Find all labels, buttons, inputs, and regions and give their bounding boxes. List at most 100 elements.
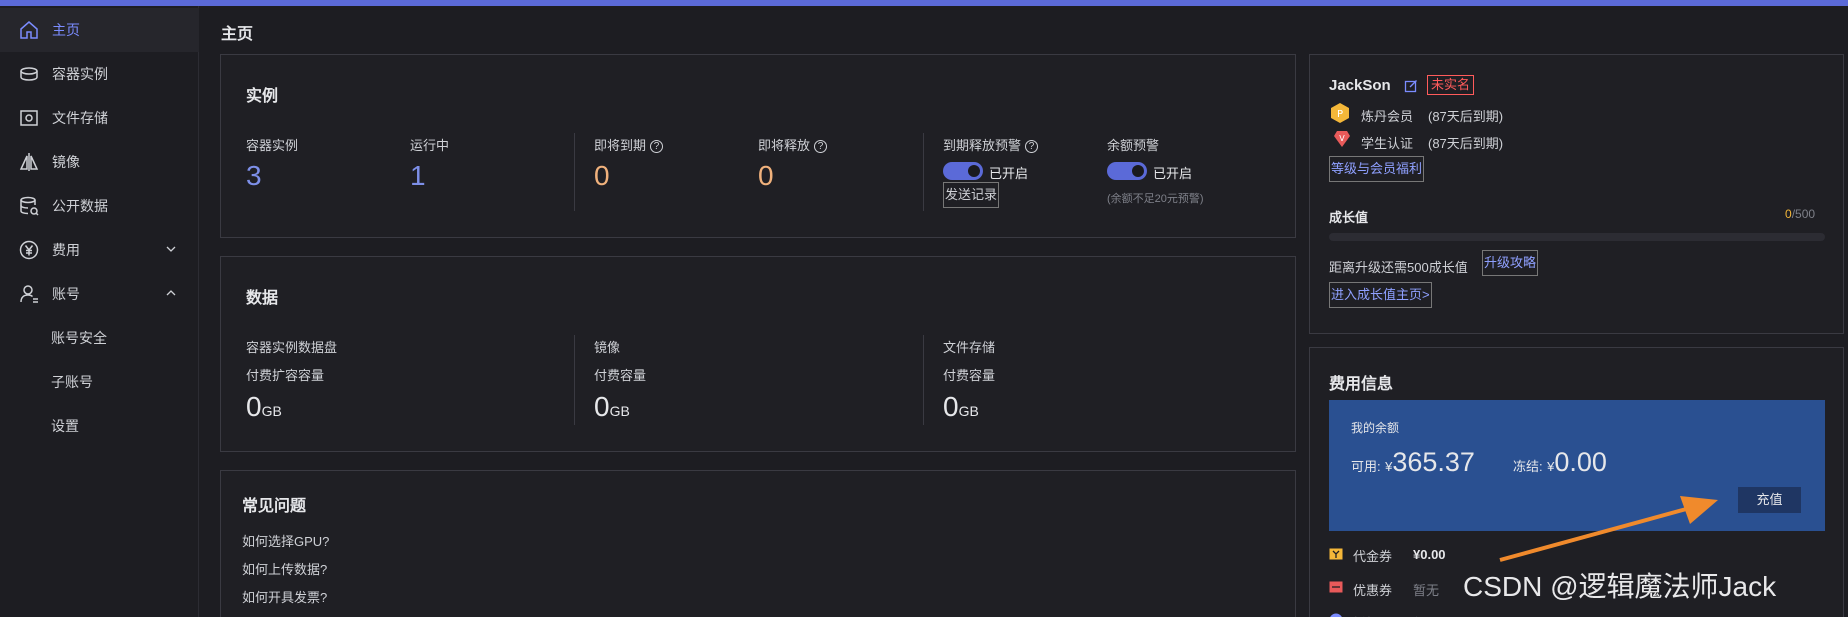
sidebar-item-containers[interactable]: 容器实例 (0, 52, 199, 96)
watermark: CSDN @逻辑魔法师Jack (1463, 571, 1777, 602)
release-alert-label: 到期释放预警? (943, 135, 1039, 154)
sidebar-subitem-label: 子账号 (51, 374, 93, 390)
divider (574, 133, 575, 211)
home-icon (20, 21, 38, 39)
instances-card: 实例 容器实例 3 运行中 1 即将到期? 0 即将释放? 0 到期释放预警? … (220, 54, 1296, 238)
balance-alert-state: 已开启 (1153, 166, 1193, 181)
sidebar-subitem-sub-accounts[interactable]: 子账号 (0, 360, 199, 404)
filestore-title: 文件存储 (943, 340, 996, 355)
user-icon (20, 285, 38, 303)
coupon-value: 暂无 (1413, 583, 1440, 598)
member-expiry: (87天后到期) (1428, 109, 1504, 124)
sidebar-item-label: 容器实例 (52, 66, 108, 82)
sidebar-item-mirror[interactable]: 镜像 (0, 140, 199, 184)
balance-title: 我的余额 (1351, 421, 1400, 435)
container-icon (20, 67, 38, 81)
sidebar-subitem-label: 账号安全 (51, 330, 107, 346)
container-count-label: 容器实例 (246, 138, 299, 153)
student-label: 学生认证 (1361, 136, 1414, 151)
mirror-sub: 付费容量 (594, 368, 647, 383)
mirror-capacity: 0GB (594, 391, 630, 422)
send-record-button[interactable]: 发送记录 (943, 182, 1000, 208)
user-card: JackSon 未实名 P 炼丹会员 (87天后到期) V 学生认证 (87天后… (1309, 54, 1844, 334)
unverified-badge[interactable]: 未实名 (1427, 75, 1475, 95)
sidebar-item-home[interactable]: 主页 (0, 8, 199, 52)
data-title: 数据 (246, 290, 279, 307)
student-badge-icon: V (1334, 131, 1350, 147)
disk-capacity: 0GB (246, 391, 282, 422)
releasing-value[interactable]: 0 (758, 160, 774, 192)
growth-count: 0/500 (1785, 207, 1816, 221)
recharge-button[interactable]: 充值 (1738, 487, 1801, 513)
divider (574, 335, 575, 425)
balance-alert-note: (余额不足20元预警) (1107, 193, 1204, 205)
sidebar-subitem-label: 设置 (51, 418, 79, 434)
question-icon[interactable]: ? (1025, 140, 1039, 153)
annotation-arrow (1499, 496, 1718, 562)
upgrade-text: 距离升级还需500成长值 (1329, 260, 1468, 275)
deduction-label: 抵扣 (1353, 613, 1379, 617)
sidebar-item-label: 账号 (52, 286, 80, 302)
filestore-capacity: 0GB (943, 391, 979, 422)
release-alert-state: 已开启 (989, 166, 1029, 181)
releasing-label: 即将释放? (758, 135, 828, 154)
expiring-value[interactable]: 0 (594, 160, 610, 192)
faq-title: 常见问题 (242, 498, 307, 515)
sidebar-item-account[interactable]: 账号 (0, 272, 199, 316)
student-expiry: (87天后到期) (1428, 136, 1504, 151)
faq-item[interactable]: 如何开具发票? (242, 587, 327, 606)
growth-progress-bar (1329, 233, 1825, 241)
benefits-link[interactable]: 等级与会员福利 (1329, 156, 1425, 182)
svg-text:P: P (1337, 109, 1343, 120)
cost-title: 费用信息 (1329, 376, 1394, 393)
expiring-label: 即将到期? (594, 135, 664, 154)
storage-icon (20, 110, 38, 126)
faq-item[interactable]: 如何上传数据? (242, 559, 327, 578)
database-icon (20, 196, 39, 216)
chevron-up-icon (166, 290, 176, 296)
container-count-value[interactable]: 3 (246, 160, 262, 192)
running-count-label: 运行中 (410, 138, 450, 153)
divider (923, 133, 924, 211)
running-count-value[interactable]: 1 (410, 160, 426, 192)
growth-label: 成长值 (1329, 210, 1369, 225)
faq-item[interactable]: 如何选择GPU? (242, 531, 329, 550)
balance-alert-toggle[interactable] (1107, 162, 1147, 180)
coupon-icon (1329, 581, 1343, 593)
sidebar-subitem-account-security[interactable]: 账号安全 (0, 316, 199, 360)
sidebar-item-label: 费用 (52, 242, 80, 258)
sidebar-item-storage[interactable]: 文件存储 (0, 96, 199, 140)
disk-title: 容器实例数据盘 (246, 340, 338, 355)
member-badge-icon: P (1331, 103, 1349, 123)
member-label: 炼丹会员 (1361, 109, 1414, 124)
sidebar-item-public-data[interactable]: 公开数据 (0, 184, 199, 228)
upgrade-guide-link[interactable]: 升级攻略 (1482, 250, 1539, 276)
sidebar-item-label: 公开数据 (52, 198, 108, 214)
sidebar-item-label: 文件存储 (52, 110, 108, 126)
filestore-sub: 付费容量 (943, 368, 996, 383)
deduction-icon (1330, 613, 1342, 617)
sidebar-item-label: 主页 (52, 22, 80, 38)
instances-title: 实例 (246, 88, 279, 105)
question-icon[interactable]: ? (650, 140, 664, 153)
username: JackSon (1329, 77, 1391, 94)
sidebar-item-billing[interactable]: 费用 (0, 228, 199, 272)
page-title: 主页 (221, 26, 254, 43)
question-icon[interactable]: ? (814, 140, 828, 153)
growth-home-link[interactable]: 进入成长值主页> (1329, 282, 1432, 308)
divider (923, 335, 924, 425)
data-card: 数据 容器实例数据盘 付费扩容容量 0GB 镜像 付费容量 0GB 文件存储 付… (220, 256, 1296, 452)
balance-alert-label: 余额预警 (1107, 138, 1160, 153)
disk-sub: 付费扩容容量 (246, 368, 325, 383)
voucher-icon (1329, 548, 1343, 560)
sidebar-subitem-settings[interactable]: 设置 (0, 404, 199, 448)
faq-card: 常见问题 如何选择GPU? 如何上传数据? 如何开具发票? (220, 470, 1296, 617)
available-balance: 可用: ¥365.37 (1351, 447, 1475, 477)
frozen-balance: 冻结: ¥0.00 (1513, 447, 1607, 477)
edit-icon[interactable] (1404, 79, 1418, 93)
sidebar: 主页 容器实例 文件存储 镜像 公开数据 费用 账号 账号安全 子账号 设置 (0, 6, 199, 617)
mirror-title: 镜像 (594, 340, 621, 355)
release-alert-toggle[interactable] (943, 162, 983, 180)
svg-text:V: V (1339, 134, 1345, 143)
voucher-label: 代金券 (1353, 549, 1393, 564)
